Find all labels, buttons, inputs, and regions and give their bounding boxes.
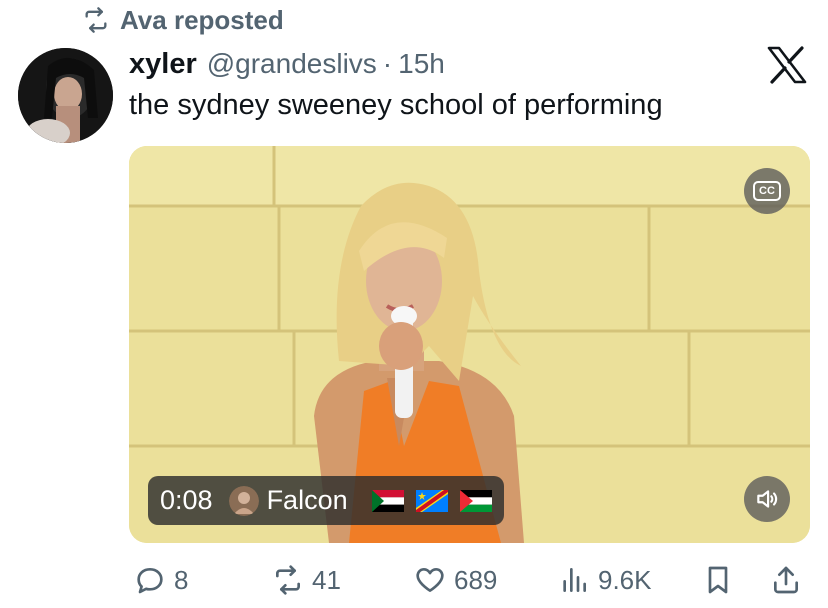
- views-button[interactable]: 9.6K: [558, 560, 652, 600]
- video-creator-name: Falcon: [266, 485, 348, 515]
- tweet-actions: 8 41 689 9.6K: [0, 560, 828, 600]
- video-player[interactable]: CC 0:08 Falcon: [129, 146, 810, 543]
- reply-count: 8: [174, 564, 189, 595]
- creator-avatar: [228, 485, 259, 516]
- volume-button[interactable]: [744, 476, 790, 522]
- sudan-flag-icon: [371, 489, 404, 512]
- congo-flag-icon: [415, 489, 448, 512]
- video-info-overlay: 0:08 Falcon: [148, 476, 504, 525]
- palestine-flag-icon: [459, 489, 492, 512]
- views-icon: [563, 568, 586, 592]
- bookmark-icon: [708, 566, 728, 594]
- reply-button[interactable]: 8: [134, 560, 188, 600]
- tweet-header: xyler @grandeslivs · 15h: [129, 46, 445, 82]
- captions-icon: CC: [753, 181, 781, 201]
- repost-count: 41: [312, 564, 341, 595]
- like-count: 689: [454, 564, 498, 595]
- tweet-text: the sydney sweeney school of performing: [129, 89, 663, 121]
- separator-dot: ·: [382, 48, 393, 79]
- reply-icon: [137, 568, 163, 594]
- repost-icon: [276, 565, 300, 595]
- post-time[interactable]: 15h: [398, 48, 445, 80]
- video-timestamp: 0:08: [160, 485, 213, 515]
- avatar[interactable]: [18, 48, 113, 143]
- author-handle[interactable]: @grandeslivs: [207, 48, 377, 80]
- share-button[interactable]: [770, 560, 802, 600]
- author-name[interactable]: xyler: [129, 48, 197, 81]
- heart-icon: [416, 568, 444, 592]
- repost-context[interactable]: Ava reposted: [82, 4, 284, 36]
- repost-button[interactable]: 41: [272, 560, 341, 600]
- views-count: 9.6K: [598, 564, 652, 595]
- x-logo-icon[interactable]: [766, 46, 808, 84]
- speaker-icon: [757, 490, 778, 508]
- repost-icon: [85, 7, 107, 33]
- avatar-image: [18, 48, 113, 143]
- captions-button[interactable]: CC: [744, 168, 790, 214]
- bookmark-button[interactable]: [702, 560, 734, 600]
- share-icon: [774, 566, 798, 594]
- like-button[interactable]: 689: [414, 560, 497, 600]
- repost-label: Ava reposted: [120, 4, 284, 35]
